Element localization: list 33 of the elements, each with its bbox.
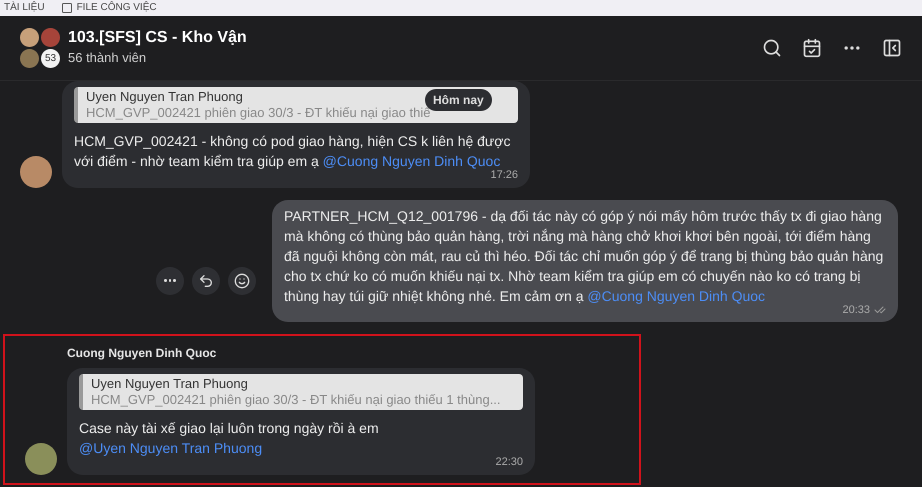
message-time: 20:33 bbox=[842, 302, 870, 318]
member-count-badge: 53 bbox=[41, 49, 60, 68]
message-text: Case này tài xế giao lại luôn trong ngày rồi à em @Uyen Nguyen Tran Phuong bbox=[79, 419, 380, 458]
mention-link[interactable]: @Cuong Nguyen Dinh Quoc bbox=[322, 153, 500, 169]
calendar-check-icon[interactable] bbox=[802, 38, 822, 58]
sender-name: Cuong Nguyen Dinh Quoc bbox=[67, 345, 218, 362]
mention-link[interactable]: @Uyen Nguyen Tran Phuong bbox=[79, 440, 262, 456]
quote-author: Uyen Nguyen Tran Phuong bbox=[86, 89, 243, 105]
member-avatar bbox=[41, 28, 60, 47]
message-time: 22:30 bbox=[495, 455, 523, 470]
toolbar-link[interactable]: TÀI LIỆU bbox=[4, 2, 45, 14]
emoji-button[interactable] bbox=[228, 266, 256, 295]
message-time: 17:26 bbox=[490, 169, 518, 183]
reply-button[interactable] bbox=[192, 266, 220, 295]
message-text: HCM_GVP_002421 - không có pod giao hàng, hiện CS k liên hệ được với điểm - nhờ team kiểm tra giúp em ạ @Cuong Nguyen Dinh Quoc bbox=[74, 132, 512, 170]
member-count: 56 thành viên bbox=[68, 49, 148, 67]
member-avatar bbox=[20, 49, 39, 68]
group-title: 103.[SFS] CS - Kho Vận bbox=[68, 28, 247, 48]
smiley-icon bbox=[234, 272, 250, 289]
quote-author: Uyen Nguyen Tran Phuong bbox=[91, 376, 248, 392]
message-text: PARTNER_HCM_Q12_001796 - dạ đối tác này có góp ý nói mấy hôm trước thấy tx đi giao hàng mà không có thùng bảo quản hàng, trời nắng mà hàng chở khơi khơi bên ngoài, tới điểm hàng đã nguội không còn mát, rau củ thì héo. Đối tác chỉ muốn góp ý để trang bị thùng bảo quản hàng cho tx chứ ko có muốn khiếu nại tx. Nhờ team kiểm tra giúp em có chuyến nào ko có trang bị thùng hay túi giữ nhiệt không nhé. Em cảm ơn ạ @Cuong Nguyen Dinh Quoc bbox=[284, 206, 884, 305]
avatar bbox=[25, 442, 57, 474]
more-button[interactable] bbox=[156, 266, 184, 295]
search-icon[interactable] bbox=[762, 38, 782, 58]
quote-text: HCM_GVP_002421 phiên giao 30/3 - ĐT khiếu nại giao thiếu 1 thùng... bbox=[91, 392, 502, 408]
member-avatar bbox=[20, 28, 39, 47]
toolbar-link[interactable]: FILE CÔNG VIỆC bbox=[76, 2, 157, 14]
reply-icon bbox=[198, 272, 214, 289]
checkbox-icon[interactable] bbox=[60, 2, 73, 14]
side-panel-icon[interactable] bbox=[882, 38, 902, 58]
avatar bbox=[20, 156, 52, 188]
dots-icon bbox=[164, 279, 176, 282]
quoted-message[interactable]: Uyen Nguyen Tran Phuong HCM_GVP_002421 phiên giao 30/3 - ĐT khiếu nại giao thiếu 1 thùng... bbox=[79, 374, 523, 410]
